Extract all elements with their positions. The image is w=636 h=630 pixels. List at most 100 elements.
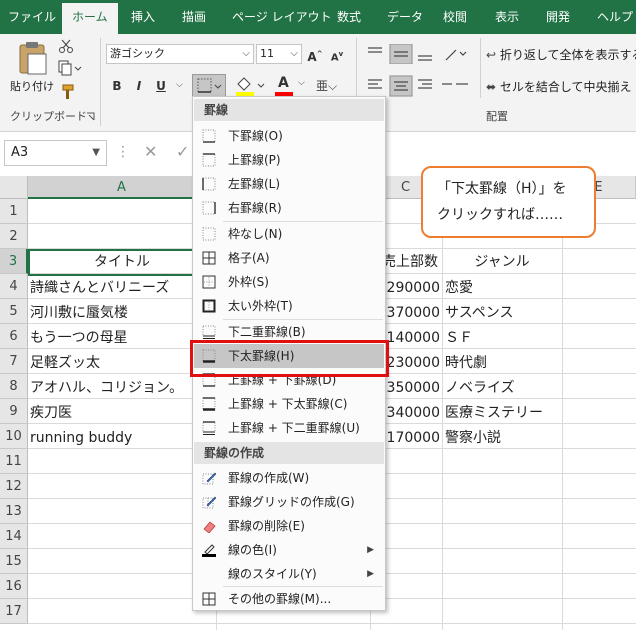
instruction-callout: 「下太罫線（H）」を クリックすれば……: [421, 166, 596, 238]
cell-genre[interactable]: 時代劇: [445, 351, 561, 376]
row-header-14[interactable]: 14: [0, 524, 28, 549]
cell-genre[interactable]: 警察小説: [445, 426, 561, 451]
wrap-text-label: 折り返して全体を表示する: [499, 48, 636, 62]
submenu-arrow-icon: ▶: [367, 545, 374, 555]
row-header-11[interactable]: 11: [0, 449, 28, 474]
fill-color-icon[interactable]: [232, 74, 268, 98]
tab-developer[interactable]: 開発: [546, 0, 570, 34]
row-header-2[interactable]: 2: [0, 224, 28, 249]
horizontal-align-icons[interactable]: [364, 74, 476, 98]
font-size-combo[interactable]: 11 ⌵: [256, 44, 302, 64]
tab-draw[interactable]: 描画: [182, 0, 206, 34]
menu-item-draw-border[interactable]: 罫線の作成(W): [194, 466, 384, 490]
menu-item-top-thick-bottom-border[interactable]: 上罫線 + 下太罫線(C): [194, 392, 384, 416]
row-header-12[interactable]: 12: [0, 474, 28, 499]
row-header-7[interactable]: 7: [0, 349, 28, 374]
cell-title[interactable]: 疾刀医: [30, 401, 216, 426]
tab-home[interactable]: ホーム: [62, 3, 118, 34]
row-header-16[interactable]: 16: [0, 574, 28, 599]
chevron-down-icon: ⌵: [290, 48, 298, 59]
menu-item-line-color[interactable]: 線の色(I) ▶: [194, 538, 384, 562]
row-header-13[interactable]: 13: [0, 499, 28, 524]
grow-font-button[interactable]: A^: [306, 44, 324, 64]
menu-item-label: その他の罫線(M)...: [228, 592, 332, 606]
tab-help[interactable]: ヘルプ: [597, 0, 633, 34]
menu-item-bottom-border[interactable]: 下罫線(O): [194, 124, 384, 148]
paste-label: 貼り付け: [10, 80, 54, 93]
chevron-down-icon[interactable]: ⌵: [176, 80, 183, 90]
row-header-3[interactable]: 3: [0, 249, 28, 274]
tab-page-layout[interactable]: ページ レイアウト: [232, 0, 332, 34]
cell-title[interactable]: 足軽ズッ太: [30, 351, 216, 376]
row-header-15[interactable]: 15: [0, 549, 28, 574]
menu-item-all-borders[interactable]: 格子(A): [194, 246, 384, 270]
row-header-4[interactable]: 4: [0, 274, 28, 299]
font-color-button[interactable]: A ⌵: [272, 74, 308, 98]
italic-button[interactable]: I: [130, 76, 148, 96]
cancel-icon[interactable]: ✕: [144, 142, 157, 161]
no-border-icon: [202, 227, 216, 241]
copy-icon[interactable]: [58, 60, 82, 76]
vertical-align-icons[interactable]: [364, 44, 476, 64]
merge-center-button[interactable]: ⬌ セルを結合して中央揃え: [486, 78, 632, 95]
tab-data[interactable]: データ: [387, 0, 423, 34]
select-all-corner[interactable]: [0, 176, 28, 199]
underline-button[interactable]: U: [152, 76, 170, 96]
format-painter-icon[interactable]: [58, 84, 74, 100]
cell-title[interactable]: もう一つの母星: [30, 326, 216, 351]
row-header-9[interactable]: 9: [0, 399, 28, 424]
row-header-1[interactable]: 1: [0, 199, 28, 224]
top-thick-bottom-border-icon: [202, 397, 216, 411]
row-header-6[interactable]: 6: [0, 324, 28, 349]
cell-a3-title-header[interactable]: タイトル: [28, 249, 216, 276]
menu-item-top-border[interactable]: 上罫線(P): [194, 148, 384, 172]
menu-item-more-borders[interactable]: その他の罫線(M)...: [194, 587, 384, 611]
cell-title[interactable]: アオハル、コリジョン。: [30, 376, 216, 401]
tab-view[interactable]: 表示: [495, 0, 519, 34]
menu-item-right-border[interactable]: 右罫線(R): [194, 196, 384, 220]
menu-item-outside-borders[interactable]: 外枠(S): [194, 270, 384, 294]
tab-insert[interactable]: 挿入: [131, 0, 155, 34]
cell-title[interactable]: 詩織さんとバリニーズ: [30, 276, 216, 301]
tab-file[interactable]: ファイル: [8, 0, 56, 34]
cut-icon[interactable]: [58, 38, 74, 54]
menu-item-label: 下罫線(O): [228, 129, 283, 143]
menu-item-left-border[interactable]: 左罫線(L): [194, 172, 384, 196]
cell-title[interactable]: 河川敷に蜃気楼: [30, 301, 216, 326]
menu-item-no-border[interactable]: 枠なし(N): [194, 222, 384, 246]
cell-d3-genre-header[interactable]: ジャンル: [442, 250, 562, 275]
draw-border-icon: [202, 472, 216, 485]
menu-item-line-style[interactable]: 線のスタイル(Y) ▶: [194, 562, 384, 586]
cell-genre[interactable]: ノベライズ: [445, 376, 561, 401]
enter-icon[interactable]: ✓: [176, 142, 189, 161]
borders-button[interactable]: [192, 74, 226, 98]
font-name-combo[interactable]: 游ゴシック ⌵: [106, 44, 254, 64]
callout-line-2: クリックすれば……: [437, 207, 563, 223]
cell-genre[interactable]: 医療ミステリー: [445, 401, 561, 426]
dialog-launcher-icon[interactable]: [86, 112, 95, 121]
shrink-font-button[interactable]: Av: [328, 44, 346, 64]
row-header-10[interactable]: 10: [0, 424, 28, 449]
left-border-icon: [202, 177, 216, 191]
alignment-group-label: 配置: [486, 110, 508, 123]
row-header-17[interactable]: 17: [0, 599, 28, 624]
row-header-8[interactable]: 8: [0, 374, 28, 399]
bold-button[interactable]: B: [108, 76, 126, 96]
name-box[interactable]: A3 ▼: [4, 140, 107, 166]
tab-review[interactable]: 校閲: [443, 0, 467, 34]
cell-genre[interactable]: サスペンス: [445, 301, 561, 326]
menu-item-draw-border-grid[interactable]: 罫線グリッドの作成(G): [194, 490, 384, 514]
menu-item-top-double-bottom-border[interactable]: 上罫線 + 下二重罫線(U): [194, 416, 384, 440]
phonetic-guide-button[interactable]: 亜⌵: [316, 74, 346, 98]
paste-button[interactable]: 貼り付け: [10, 40, 56, 102]
menu-item-erase-border[interactable]: 罫線の削除(E): [194, 514, 384, 538]
tab-formulas[interactable]: 数式: [337, 0, 361, 34]
cell-genre[interactable]: 恋愛: [445, 276, 561, 301]
group-separator: [480, 38, 481, 98]
column-header-a[interactable]: A: [28, 176, 216, 199]
menu-item-thick-outside-border[interactable]: 太い外枠(T): [194, 294, 384, 318]
cell-title[interactable]: running buddy: [30, 426, 216, 451]
row-header-5[interactable]: 5: [0, 299, 28, 324]
wrap-text-button[interactable]: ↩ 折り返して全体を表示する: [486, 46, 636, 63]
cell-genre[interactable]: ＳＦ: [445, 326, 561, 351]
